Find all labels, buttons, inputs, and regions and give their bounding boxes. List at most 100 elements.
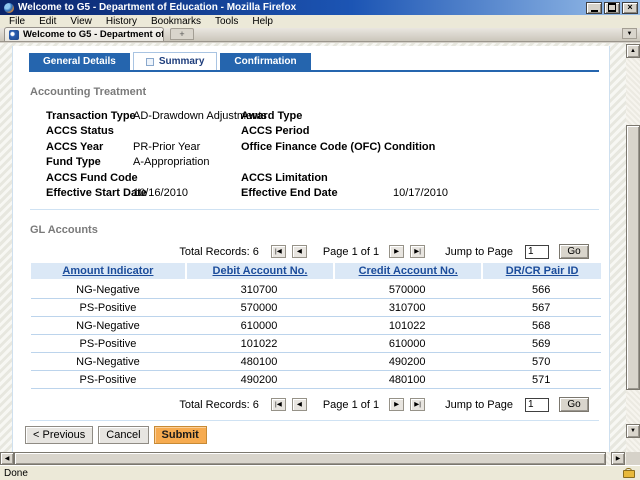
field-value: A-Appropriation xyxy=(133,156,241,168)
cell-drcr-pair: 568 xyxy=(481,317,601,335)
field-value: 10/16/2010 xyxy=(133,187,241,199)
action-buttons: < Previous Cancel Submit xyxy=(25,426,609,444)
list-all-tabs-button[interactable]: ▼ xyxy=(622,28,637,39)
menu-view[interactable]: View xyxy=(63,16,99,27)
vertical-scrollbar[interactable]: ▲ ▼ xyxy=(626,43,640,452)
previous-page-button[interactable]: ◀ xyxy=(292,398,307,411)
tab-confirmation[interactable]: Confirmation xyxy=(220,53,310,70)
arrow-up-icon: ▲ xyxy=(630,48,636,54)
go-button[interactable]: Go xyxy=(559,244,589,259)
menu-tools[interactable]: Tools xyxy=(208,16,245,27)
browser-tab[interactable]: Welcome to G5 - Department of Edu... xyxy=(4,27,164,41)
cancel-button[interactable]: Cancel xyxy=(98,426,148,444)
page-indicator: Page 1 of 1 xyxy=(323,246,379,258)
first-page-button[interactable]: |◀ xyxy=(271,245,286,258)
scroll-down-button[interactable]: ▼ xyxy=(626,424,640,438)
field-label: ACCS Limitation xyxy=(241,172,393,184)
new-tab-button[interactable]: + xyxy=(170,28,194,40)
horizontal-scrollbar-thumb[interactable] xyxy=(14,452,606,465)
restore-button[interactable] xyxy=(604,2,620,14)
status-bar: Done xyxy=(0,465,640,480)
arrow-down-icon: ▼ xyxy=(630,428,636,434)
last-page-button[interactable]: ▶| xyxy=(410,398,425,411)
close-button[interactable]: × xyxy=(622,2,638,14)
cell-drcr-pair: 566 xyxy=(481,281,601,299)
cell-credit-account: 570000 xyxy=(333,281,481,299)
vertical-scrollbar-thumb[interactable] xyxy=(626,125,640,390)
field-label: Effective Start Date xyxy=(46,187,133,199)
field-row: Transaction Type AD-Drawdown Adjustments… xyxy=(46,108,609,124)
table-row: NG-Negative 310700 570000 566 xyxy=(31,281,601,299)
cell-credit-account: 490200 xyxy=(333,353,481,371)
menu-file[interactable]: File xyxy=(2,16,32,27)
jump-to-page-input[interactable] xyxy=(525,245,549,259)
submit-button[interactable]: Submit xyxy=(154,426,207,444)
field-label: ACCS Year xyxy=(46,141,133,153)
field-row: ACCS Fund Code ACCS Limitation xyxy=(46,170,609,186)
field-label: ACCS Period xyxy=(241,125,393,137)
column-header-drcr-pair[interactable]: DR/CR Pair ID xyxy=(481,263,601,281)
column-header-credit-account[interactable]: Credit Account No. xyxy=(333,263,481,281)
cell-amount-indicator: PS-Positive xyxy=(31,371,185,389)
gl-accounts-table: Amount Indicator Debit Account No. Credi… xyxy=(31,263,601,389)
first-page-button[interactable]: |◀ xyxy=(271,398,286,411)
minimize-button[interactable] xyxy=(586,2,602,14)
summary-tab-icon xyxy=(146,58,154,66)
status-text: Done xyxy=(4,468,623,479)
tab-general-details[interactable]: General Details xyxy=(29,53,130,70)
jump-to-page-input[interactable] xyxy=(525,398,549,412)
menu-bookmarks[interactable]: Bookmarks xyxy=(144,16,208,27)
scroll-up-button[interactable]: ▲ xyxy=(626,44,640,58)
last-page-icon: ▶| xyxy=(414,401,421,408)
tab-summary[interactable]: Summary xyxy=(133,52,218,70)
cell-credit-account: 610000 xyxy=(333,335,481,353)
next-page-button[interactable]: ▶ xyxy=(389,245,404,258)
arrow-left-icon: ◀ xyxy=(5,456,10,462)
cell-debit-account: 480100 xyxy=(185,353,333,371)
firefox-icon xyxy=(4,3,14,13)
previous-button[interactable]: < Previous xyxy=(25,426,93,444)
field-label: ACCS Status xyxy=(46,125,133,137)
title-bar: Welcome to G5 - Department of Education … xyxy=(0,0,640,15)
go-button[interactable]: Go xyxy=(559,397,589,412)
field-value: PR-Prior Year xyxy=(133,141,241,153)
column-header-debit-account[interactable]: Debit Account No. xyxy=(185,263,333,281)
accounting-treatment-heading: Accounting Treatment xyxy=(30,86,609,98)
wizard-tabs: General Details Summary Confirmation xyxy=(29,52,599,72)
cell-debit-account: 101022 xyxy=(185,335,333,353)
field-label: Transaction Type xyxy=(46,110,133,122)
table-row: PS-Positive 490200 480100 571 xyxy=(31,371,601,389)
table-row: PS-Positive 570000 310700 567 xyxy=(31,299,601,317)
horizontal-scrollbar[interactable]: ◀ ▶ xyxy=(0,452,626,465)
field-row: Effective Start Date 10/16/2010 Effectiv… xyxy=(46,186,609,202)
table-row: NG-Negative 610000 101022 568 xyxy=(31,317,601,335)
last-page-button[interactable]: ▶| xyxy=(410,245,425,258)
cell-credit-account: 480100 xyxy=(333,371,481,389)
table-row: PS-Positive 101022 610000 569 xyxy=(31,335,601,353)
browser-tab-title: Welcome to G5 - Department of Edu... xyxy=(23,29,164,40)
cell-drcr-pair: 571 xyxy=(481,371,601,389)
g5-favicon-icon xyxy=(9,30,19,40)
field-value: AD-Drawdown Adjustments xyxy=(133,110,241,122)
next-page-button[interactable]: ▶ xyxy=(389,398,404,411)
jump-to-page-label: Jump to Page xyxy=(445,246,513,258)
plus-icon: + xyxy=(179,29,184,39)
menu-edit[interactable]: Edit xyxy=(32,16,63,27)
menu-help[interactable]: Help xyxy=(245,16,280,27)
field-label: Award Type xyxy=(241,110,393,122)
page-viewport: General Details Summary Confirmation Acc… xyxy=(0,43,626,452)
previous-page-button[interactable]: ◀ xyxy=(292,245,307,258)
section-divider xyxy=(30,209,599,210)
scroll-left-button[interactable]: ◀ xyxy=(0,452,14,465)
menu-history[interactable]: History xyxy=(99,16,144,27)
lock-icon xyxy=(623,468,634,478)
cell-amount-indicator: NG-Negative xyxy=(31,281,185,299)
table-row: NG-Negative 480100 490200 570 xyxy=(31,353,601,371)
scrollbar-corner xyxy=(626,452,640,465)
field-label: Effective End Date xyxy=(241,187,393,199)
chevron-down-icon: ▼ xyxy=(627,31,633,37)
next-page-icon: ▶ xyxy=(394,248,399,255)
field-value: 10/17/2010 xyxy=(393,187,448,199)
scroll-right-button[interactable]: ▶ xyxy=(611,452,625,465)
column-header-amount-indicator[interactable]: Amount Indicator xyxy=(31,263,185,281)
